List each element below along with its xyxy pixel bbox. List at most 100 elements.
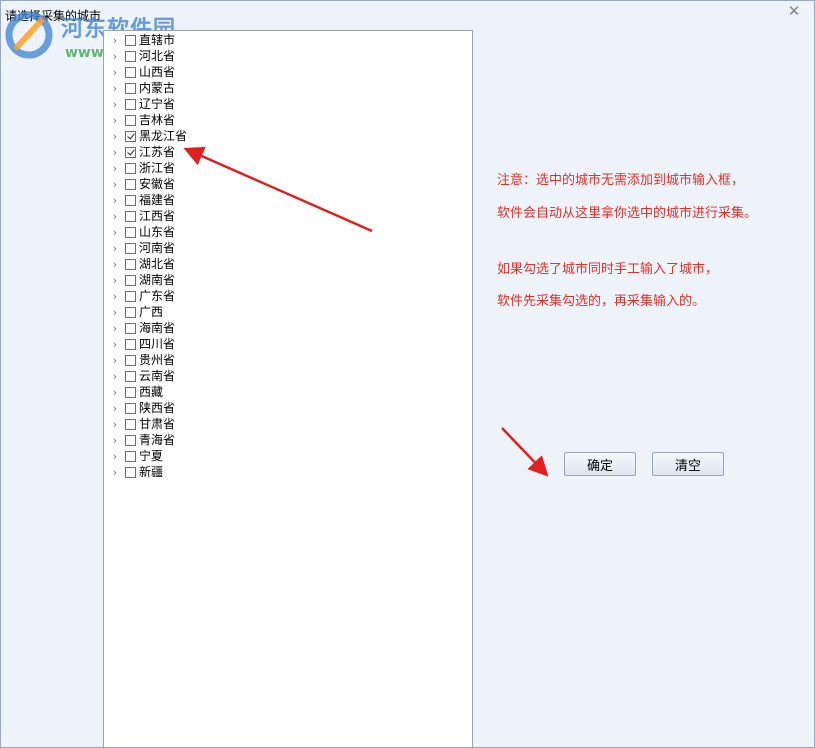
expand-arrow-icon[interactable]: › [108, 432, 122, 448]
tree-node[interactable]: › 河北省 [108, 48, 187, 64]
checkbox[interactable] [125, 466, 136, 478]
city-tree-panel[interactable]: › 直辖市 › 河北省 › 山西省 › 内蒙古 › 辽宁省 › 吉林省 › 黑龙江省 › 江苏省 › 浙江省 › 安徽… [103, 30, 473, 748]
tree-node[interactable]: › 陕西省 [108, 400, 187, 416]
tree-node[interactable]: › 江西省 [108, 208, 187, 224]
checkbox[interactable] [125, 434, 136, 446]
checkbox[interactable] [125, 226, 136, 238]
tree-node[interactable]: › 新疆 [108, 464, 187, 480]
expand-arrow-icon[interactable]: › [108, 224, 122, 240]
tree-node[interactable]: › 海南省 [108, 320, 187, 336]
tree-node-label: 山西省 [139, 65, 176, 79]
tree-node[interactable]: › 湖北省 [108, 256, 187, 272]
expand-arrow-icon[interactable]: › [108, 464, 122, 480]
tree-node[interactable]: › 黑龙江省 [108, 128, 187, 144]
checkbox-checked[interactable] [125, 130, 136, 142]
expand-arrow-icon[interactable]: › [108, 240, 122, 256]
tree-node[interactable]: › 浙江省 [108, 160, 187, 176]
expand-arrow-icon[interactable]: › [108, 32, 122, 48]
tree-node[interactable]: › 广东省 [108, 288, 187, 304]
checkbox[interactable] [125, 34, 136, 46]
tree-node[interactable]: › 安徽省 [108, 176, 187, 192]
checkbox[interactable] [125, 98, 136, 110]
expand-arrow-icon[interactable]: › [108, 96, 122, 112]
checkbox[interactable] [125, 162, 136, 174]
expand-arrow-icon[interactable]: › [108, 320, 122, 336]
tree-node[interactable]: › 山东省 [108, 224, 187, 240]
expand-arrow-icon[interactable]: › [108, 176, 122, 192]
expand-arrow-icon[interactable]: › [108, 288, 122, 304]
checkbox[interactable] [125, 354, 136, 366]
checkbox[interactable] [125, 82, 136, 94]
checkbox[interactable] [125, 290, 136, 302]
expand-arrow-icon[interactable]: › [108, 448, 122, 464]
expand-arrow-icon[interactable]: › [108, 128, 122, 144]
tree-node[interactable]: › 福建省 [108, 192, 187, 208]
expand-arrow-icon[interactable]: › [108, 64, 122, 80]
expand-arrow-icon[interactable]: › [108, 352, 122, 368]
checkbox[interactable] [125, 194, 136, 206]
checkbox[interactable] [125, 50, 136, 62]
expand-arrow-icon[interactable]: › [108, 384, 122, 400]
checkbox[interactable] [125, 338, 136, 350]
note-line-2: 软件会自动从这里拿你选中的城市进行采集。 [497, 206, 758, 221]
tree-node[interactable]: › 辽宁省 [108, 96, 187, 112]
checkbox[interactable] [125, 114, 136, 126]
checkbox[interactable] [125, 450, 136, 462]
checkbox[interactable] [125, 370, 136, 382]
checkbox[interactable] [125, 178, 136, 190]
tree-node[interactable]: › 湖南省 [108, 272, 187, 288]
expand-arrow-icon[interactable]: › [108, 336, 122, 352]
expand-arrow-icon[interactable]: › [108, 304, 122, 320]
tree-node[interactable]: › 青海省 [108, 432, 187, 448]
checkbox[interactable] [125, 386, 136, 398]
checkbox[interactable] [125, 242, 136, 254]
expand-arrow-icon[interactable]: › [108, 112, 122, 128]
checkbox[interactable] [125, 274, 136, 286]
tree-node-label: 宁夏 [139, 449, 164, 463]
close-icon[interactable]: ✕ [782, 1, 806, 21]
tree-node[interactable]: › 西藏 [108, 384, 187, 400]
expand-arrow-icon[interactable]: › [108, 144, 122, 160]
tree-node-label: 辽宁省 [139, 97, 176, 111]
expand-arrow-icon[interactable]: › [108, 192, 122, 208]
tree-node-label: 浙江省 [139, 161, 176, 175]
checkbox[interactable] [125, 258, 136, 270]
ok-button[interactable]: 确定 [564, 452, 636, 476]
tree-node-label: 新疆 [139, 465, 164, 479]
tree-node[interactable]: › 河南省 [108, 240, 187, 256]
tree-node[interactable]: › 贵州省 [108, 352, 187, 368]
expand-arrow-icon[interactable]: › [108, 80, 122, 96]
tree-node[interactable]: › 吉林省 [108, 112, 187, 128]
checkbox[interactable] [125, 322, 136, 334]
clear-button[interactable]: 清空 [652, 452, 724, 476]
expand-arrow-icon[interactable]: › [108, 48, 122, 64]
expand-arrow-icon[interactable]: › [108, 160, 122, 176]
tree-node[interactable]: › 云南省 [108, 368, 187, 384]
expand-arrow-icon[interactable]: › [108, 416, 122, 432]
tree-node-label: 福建省 [139, 193, 176, 207]
tree-node[interactable]: › 甘肃省 [108, 416, 187, 432]
expand-arrow-icon[interactable]: › [108, 256, 122, 272]
checkbox-checked[interactable] [125, 146, 136, 158]
checkbox[interactable] [125, 418, 136, 430]
checkbox[interactable] [125, 402, 136, 414]
note-line-3: 如果勾选了城市同时手工输入了城市， [497, 262, 719, 277]
tree-node[interactable]: › 江苏省 [108, 144, 187, 160]
tree-node-label: 山东省 [139, 225, 176, 239]
tree-node[interactable]: › 广西 [108, 304, 187, 320]
expand-arrow-icon[interactable]: › [108, 208, 122, 224]
tree-node-label: 四川省 [139, 337, 176, 351]
tree-node-label: 安徽省 [139, 177, 176, 191]
tree-node-label: 黑龙江省 [139, 129, 188, 143]
checkbox[interactable] [125, 306, 136, 318]
tree-node[interactable]: › 内蒙古 [108, 80, 187, 96]
tree-node[interactable]: › 直辖市 [108, 32, 187, 48]
checkbox[interactable] [125, 210, 136, 222]
expand-arrow-icon[interactable]: › [108, 400, 122, 416]
tree-node[interactable]: › 山西省 [108, 64, 187, 80]
checkbox[interactable] [125, 66, 136, 78]
tree-node[interactable]: › 宁夏 [108, 448, 187, 464]
expand-arrow-icon[interactable]: › [108, 368, 122, 384]
tree-node[interactable]: › 四川省 [108, 336, 187, 352]
expand-arrow-icon[interactable]: › [108, 272, 122, 288]
